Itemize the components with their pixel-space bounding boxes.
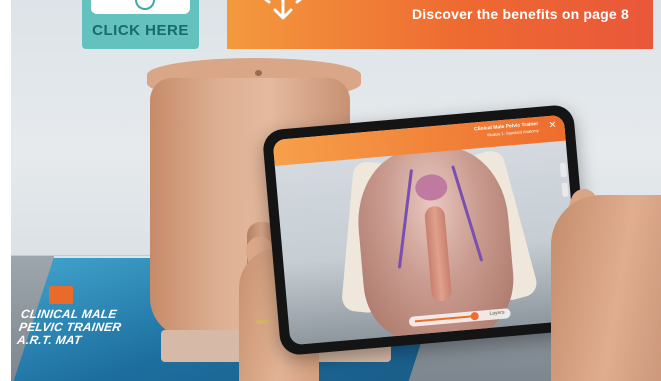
- side-tool-button[interactable]: [561, 182, 569, 198]
- product-photo: CLINICAL MALE PELVIC TRAINER A.R.T. MAT …: [11, 0, 661, 381]
- manikin-navel: [255, 70, 262, 76]
- mat-logo: [49, 286, 73, 304]
- right-hand: [551, 195, 661, 381]
- promo-banner[interactable]: Discover the benefits on page 8: [227, 0, 653, 49]
- tablet-screen: Clinical Male Pelvic Trainer Module 1: S…: [272, 114, 582, 346]
- tablet-device: Clinical Male Pelvic Trainer Module 1: S…: [261, 103, 593, 357]
- slider-track: [414, 315, 475, 323]
- mat-title-line3: A.R.T. MAT: [16, 333, 83, 347]
- slider-label: Layers: [489, 309, 505, 317]
- slider-handle[interactable]: [470, 311, 480, 321]
- click-here-button[interactable]: CLICK HERE: [82, 0, 199, 49]
- click-here-label: CLICK HERE: [92, 22, 189, 39]
- ar-scan-icon: [264, 0, 302, 20]
- side-tool-button[interactable]: [559, 162, 567, 178]
- ring: [256, 320, 270, 324]
- close-icon[interactable]: ✕: [548, 119, 556, 130]
- banner-text: Discover the benefits on page 8: [411, 6, 629, 22]
- qr-card-icon: [91, 0, 190, 14]
